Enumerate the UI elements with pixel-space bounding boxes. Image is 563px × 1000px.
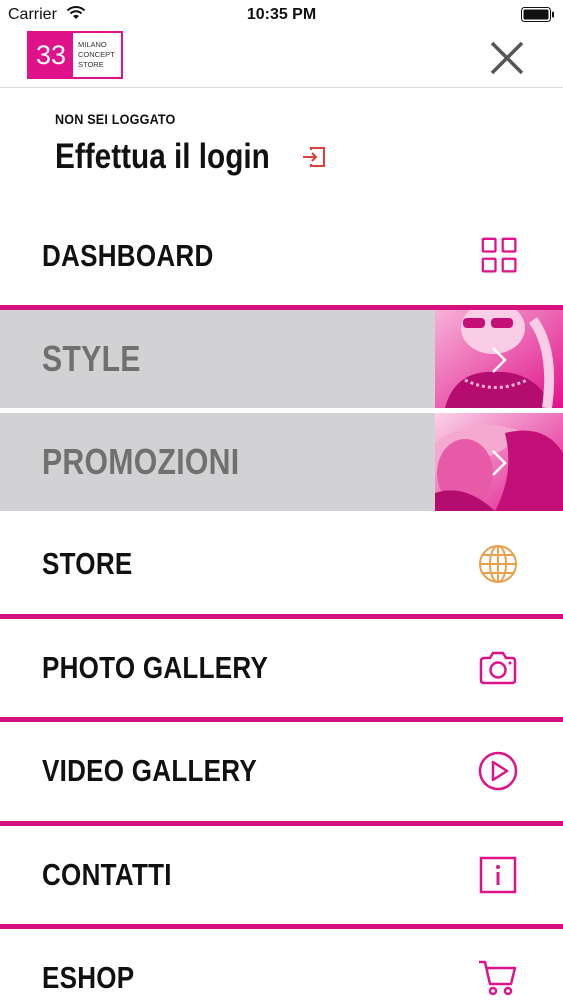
menu-item-label: STYLE [42, 338, 141, 379]
login-title[interactable]: Effettua il login [55, 137, 270, 177]
menu-item-dashboard[interactable]: DASHBOARD [0, 207, 563, 305]
logo-text: MILANO CONCEPT STORE [73, 33, 115, 77]
menu-item-eshop[interactable]: ESHOP [0, 929, 563, 1000]
login-icon[interactable] [302, 146, 326, 168]
menu-item-contatti[interactable]: CONTATTI [0, 826, 563, 924]
play-circle-icon [478, 751, 518, 791]
grid-icon [481, 237, 517, 273]
menu-item-store[interactable]: STORE [0, 515, 563, 613]
globe-icon [479, 545, 517, 583]
close-icon[interactable] [489, 40, 525, 76]
logo-number: 33 [29, 33, 73, 77]
chevron-right-icon [492, 347, 507, 373]
menu-item-label: ESHOP [42, 960, 135, 995]
menu-item-promozioni[interactable]: PROMOZIONI [0, 413, 563, 511]
login-section[interactable]: NON SEI LOGGATO Effettua il login [0, 89, 563, 206]
style-thumbnail [435, 310, 563, 408]
menu-item-label: PROMOZIONI [42, 441, 240, 482]
menu-item-label: VIDEO GALLERY [42, 753, 258, 788]
logo-text-line: CONCEPT [78, 50, 115, 59]
battery-icon [521, 7, 554, 22]
header: 33 MILANO CONCEPT STORE [0, 30, 563, 88]
cart-icon [479, 960, 517, 996]
menu-item-label: STORE [42, 546, 133, 581]
logo-text-line: STORE [78, 60, 104, 69]
status-time: 10:35 PM [246, 6, 317, 23]
logo-text-line: MILANO [78, 40, 107, 49]
menu-item-label: DASHBOARD [42, 238, 214, 273]
promozioni-thumbnail [435, 413, 563, 511]
menu-item-style[interactable]: STYLE [0, 310, 563, 408]
info-icon [479, 856, 517, 894]
camera-icon [479, 651, 517, 685]
chevron-right-icon [492, 450, 507, 476]
status-bar: Carrier 10:35 PM [0, 0, 563, 30]
logo: 33 MILANO CONCEPT STORE [27, 31, 123, 79]
menu-item-label: PHOTO GALLERY [42, 650, 269, 685]
menu-item-photo-gallery[interactable]: PHOTO GALLERY [0, 619, 563, 717]
menu-item-video-gallery[interactable]: VIDEO GALLERY [0, 722, 563, 820]
login-status-label: NON SEI LOGGATO [55, 111, 176, 127]
menu-item-label: CONTATTI [42, 857, 172, 892]
